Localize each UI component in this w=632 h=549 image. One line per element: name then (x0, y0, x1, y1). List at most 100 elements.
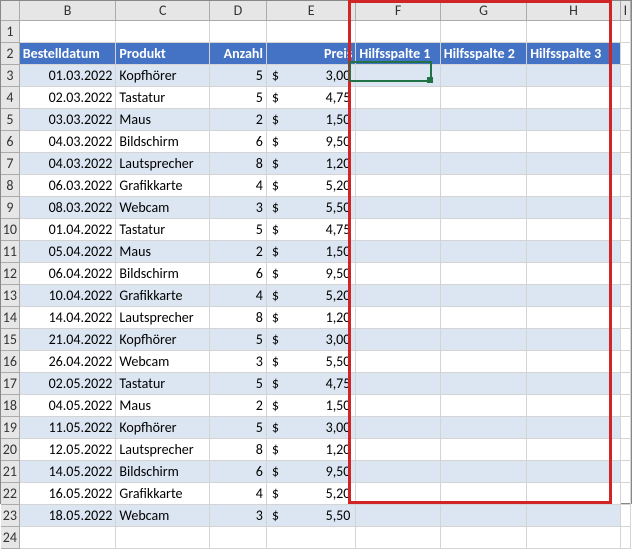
cell-E4[interactable]: $4,75 (266, 87, 355, 109)
cell-F9[interactable] (356, 197, 440, 219)
cell-F3[interactable] (356, 65, 440, 87)
cell-F6[interactable] (356, 131, 440, 153)
row-header-10[interactable]: 10 (1, 219, 19, 241)
cell-B4[interactable]: 02.03.2022 (19, 87, 116, 109)
cell-B21[interactable]: 14.05.2022 (19, 461, 116, 483)
cell-E6[interactable]: $9,50 (266, 131, 355, 153)
cell-E18[interactable]: $1,50 (266, 395, 355, 417)
cell-C5[interactable]: Maus (116, 109, 210, 131)
cell-B12[interactable]: 06.04.2022 (19, 263, 116, 285)
cell-C12[interactable]: Bildschirm (116, 263, 210, 285)
cell-D10[interactable]: 5 (209, 219, 266, 241)
row-22[interactable]: 2216.05.2022Grafikkarte4$5,20 (1, 483, 631, 505)
cell-H18[interactable] (527, 395, 621, 417)
row-13[interactable]: 1310.04.2022Grafikkarte4$5,20 (1, 285, 631, 307)
cell-E10[interactable]: $4,75 (266, 219, 355, 241)
cell-D17[interactable]: 5 (209, 373, 266, 395)
cell-C8[interactable]: Grafikkarte (116, 175, 210, 197)
cell-H23[interactable] (527, 505, 621, 527)
cell-C14[interactable]: Lautsprecher (116, 307, 210, 329)
cell-D4[interactable]: 5 (209, 87, 266, 109)
row-8[interactable]: 806.03.2022Grafikkarte4$5,20 (1, 175, 631, 197)
cell-G2[interactable]: Hilfsspalte 2 (440, 43, 526, 65)
cell-I3[interactable] (620, 65, 630, 87)
cell-F14[interactable] (356, 307, 440, 329)
row-5[interactable]: 503.03.2022Maus2$1,50 (1, 109, 631, 131)
cell-F18[interactable] (356, 395, 440, 417)
column-header-row[interactable]: BCDEFGHI (1, 1, 631, 21)
cell-C22[interactable]: Grafikkarte (116, 483, 210, 505)
cell-I11[interactable] (620, 241, 630, 263)
cell-D11[interactable]: 2 (209, 241, 266, 263)
col-header-B[interactable]: B (19, 1, 116, 21)
cell-E20[interactable]: $1,20 (266, 439, 355, 461)
cell-B22[interactable]: 16.05.2022 (19, 483, 116, 505)
row-header-24[interactable]: 24 (1, 527, 19, 549)
cell-C24[interactable] (116, 527, 210, 549)
cell-C17[interactable]: Tastatur (116, 373, 210, 395)
cell-I12[interactable] (620, 263, 630, 285)
cell-B1[interactable] (19, 21, 116, 43)
row-header-5[interactable]: 5 (1, 109, 19, 131)
cell-D21[interactable]: 6 (209, 461, 266, 483)
row-14[interactable]: 1414.04.2022Lautsprecher8$1,20 (1, 307, 631, 329)
row-header-1[interactable]: 1 (1, 21, 19, 43)
cell-F10[interactable] (356, 219, 440, 241)
row-header-14[interactable]: 14 (1, 307, 19, 329)
cell-D19[interactable]: 5 (209, 417, 266, 439)
cell-H2[interactable]: Hilfsspalte 3 (527, 43, 621, 65)
cell-G5[interactable] (440, 109, 526, 131)
cell-G24[interactable] (440, 527, 526, 549)
cell-I17[interactable] (620, 373, 630, 395)
cell-D16[interactable]: 3 (209, 351, 266, 373)
col-header-F[interactable]: F (356, 1, 440, 21)
cell-B2[interactable]: Bestelldatum (19, 43, 116, 65)
cell-E12[interactable]: $9,50 (266, 263, 355, 285)
cell-H10[interactable] (527, 219, 621, 241)
row-header-8[interactable]: 8 (1, 175, 19, 197)
cell-I18[interactable] (620, 395, 630, 417)
cell-B9[interactable]: 08.03.2022 (19, 197, 116, 219)
row-header-20[interactable]: 20 (1, 439, 19, 461)
cell-C1[interactable] (116, 21, 210, 43)
cell-C6[interactable]: Bildschirm (116, 131, 210, 153)
row-24[interactable]: 24 (1, 527, 631, 549)
cell-E5[interactable]: $1,50 (266, 109, 355, 131)
cell-E9[interactable]: $5,50 (266, 197, 355, 219)
cell-E15[interactable]: $3,00 (266, 329, 355, 351)
cell-E24[interactable] (266, 527, 355, 549)
cell-F19[interactable] (356, 417, 440, 439)
cell-D12[interactable]: 6 (209, 263, 266, 285)
cell-G4[interactable] (440, 87, 526, 109)
cell-G17[interactable] (440, 373, 526, 395)
cell-H14[interactable] (527, 307, 621, 329)
cell-B8[interactable]: 06.03.2022 (19, 175, 116, 197)
cell-I16[interactable] (620, 351, 630, 373)
cell-D3[interactable]: 5 (209, 65, 266, 87)
cell-G11[interactable] (440, 241, 526, 263)
cell-F1[interactable] (356, 21, 440, 43)
cell-F21[interactable] (356, 461, 440, 483)
cell-H12[interactable] (527, 263, 621, 285)
cell-I15[interactable] (620, 329, 630, 351)
cell-H21[interactable] (527, 461, 621, 483)
row-header-17[interactable]: 17 (1, 373, 19, 395)
cell-D22[interactable]: 4 (209, 483, 266, 505)
cell-E14[interactable]: $1,20 (266, 307, 355, 329)
row-18[interactable]: 1804.05.2022Maus2$1,50 (1, 395, 631, 417)
row-6[interactable]: 604.03.2022Bildschirm6$9,50 (1, 131, 631, 153)
cell-C10[interactable]: Tastatur (116, 219, 210, 241)
cell-B7[interactable]: 04.03.2022 (19, 153, 116, 175)
cell-H16[interactable] (527, 351, 621, 373)
col-header-G[interactable]: G (440, 1, 526, 21)
row-19[interactable]: 1911.05.2022Kopfhörer5$3,00 (1, 417, 631, 439)
cell-D14[interactable]: 8 (209, 307, 266, 329)
cell-I14[interactable] (620, 307, 630, 329)
col-header-H[interactable]: H (527, 1, 621, 21)
row-11[interactable]: 1105.04.2022Maus2$1,50 (1, 241, 631, 263)
row-header-11[interactable]: 11 (1, 241, 19, 263)
row-17[interactable]: 1702.05.2022Tastatur5$4,75 (1, 373, 631, 395)
cell-E16[interactable]: $5,50 (266, 351, 355, 373)
cell-F13[interactable] (356, 285, 440, 307)
cell-G19[interactable] (440, 417, 526, 439)
